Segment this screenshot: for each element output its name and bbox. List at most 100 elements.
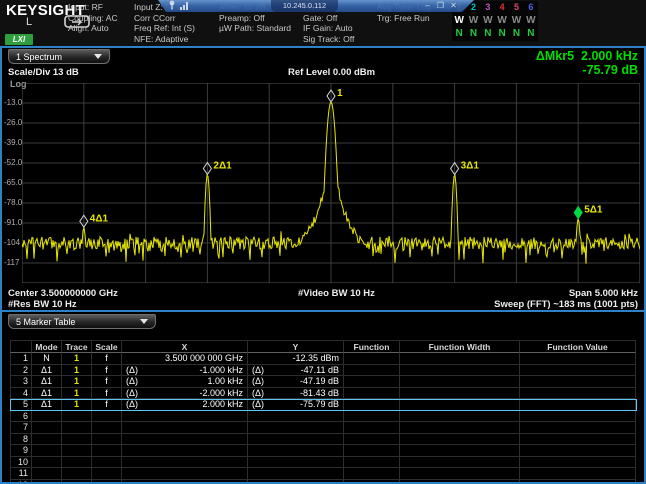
table-cell [122,434,248,446]
trace-type-indicator: W [524,14,538,27]
table-cell [520,434,636,446]
marker-table-row-5[interactable]: 5Δ11f(Δ)2.000 kHz(Δ)-75.79 dB [10,399,637,411]
delta-marker-y: -75.79 dB [582,63,638,77]
table-cell: Δ1 [32,399,62,411]
setting-label: Freq Ref: Int (S) [134,23,219,34]
table-cell [122,422,248,434]
column-header: Function Width [400,340,520,353]
setting-label: Sig Track: Off [303,34,377,45]
local-remote-indicator: L [26,16,32,28]
table-cell: 3 [10,376,32,388]
instrument-screen: KEYSIGHT L LXI Input: RFCoupling: ACAlig… [0,0,646,484]
setting-label: Coupling: AC [68,13,134,24]
column-header: Scale [92,340,122,353]
y-axis-tick: -91.0 [4,218,24,227]
table-cell [344,399,400,411]
table-cell [400,388,520,400]
marker-table-row-7[interactable]: 7 [10,422,637,434]
table-cell: 4 [10,388,32,400]
delta-marker-label: ΔMkr5 [536,49,574,63]
y-axis-tick: -39.0 [4,138,24,147]
marker-table-selector-dropdown[interactable]: 5 Marker Table [8,314,156,329]
marker-number-6: 6 [524,1,538,14]
table-cell [520,468,636,480]
marker-table-row-6[interactable]: 6 [10,411,637,423]
table-cell [92,457,122,469]
table-cell: (Δ)-47.19 dB [248,376,344,388]
table-cell: 2 [10,365,32,377]
table-cell: 1 [62,353,92,365]
setting-label: Corr CCorr [134,13,219,24]
settings-column-1: Input: RFCoupling: ACAlign: Auto [68,2,134,44]
marker-table-row-12[interactable]: 12 [10,480,637,483]
table-cell [520,353,636,365]
rdp-connection-bar[interactable]: 10.245.0.112 – ❐ ✕ [158,0,474,12]
table-cell [520,411,636,423]
trace-selector-label: 1 Spectrum [16,52,62,62]
table-cell [248,445,344,457]
table-cell: 1 [62,388,92,400]
marker-diamond-5Δ1[interactable] [574,207,582,219]
table-cell [122,468,248,480]
table-cell: (Δ)-2.000 kHz [122,388,248,400]
marker-table-row-4[interactable]: 4Δ11f(Δ)-2.000 kHz(Δ)-81.43 dB [10,388,637,400]
close-icon[interactable]: ✕ [447,0,460,12]
restore-icon[interactable]: ❐ [434,0,447,12]
table-cell [344,388,400,400]
table-cell [92,422,122,434]
detector-indicator: N [509,27,523,40]
setting-label: NFE: Adaptive [134,34,219,45]
table-cell [344,376,400,388]
table-cell [122,445,248,457]
table-cell: f [92,353,122,365]
table-cell: (Δ)-47.11 dB [248,365,344,377]
scale-per-div-label: Scale/Div 13 dB [8,67,79,78]
marker-table-row-1[interactable]: 1N1f3.500 000 000 GHz-12.35 dBm [10,353,637,365]
table-cell [400,457,520,469]
marker-table-row-9[interactable]: 9 [10,445,637,457]
table-cell [32,468,62,480]
table-cell [344,411,400,423]
table-cell [520,399,636,411]
table-cell [62,411,92,423]
marker-number-5: 5 [509,1,523,14]
marker-table-row-8[interactable]: 8 [10,434,637,446]
trace-selector-dropdown[interactable]: 1 Spectrum [8,49,110,64]
marker-table-row-11[interactable]: 11 [10,468,637,480]
table-cell [400,365,520,377]
table-cell: 1 [62,376,92,388]
table-cell [62,457,92,469]
marker-table-row-2[interactable]: 2Δ11f(Δ)-1.000 kHz(Δ)-47.11 dB [10,365,637,377]
table-cell [344,434,400,446]
marker-table-row-3[interactable]: 3Δ11f(Δ)1.00 kHz(Δ)-47.19 dB [10,376,637,388]
y-axis-tick: -26.0 [4,118,24,127]
marker-label-2Δ1: 2Δ1 [213,160,232,171]
minimize-icon[interactable]: – [421,0,434,12]
table-cell [400,422,520,434]
table-cell: f [92,399,122,411]
table-cell [520,445,636,457]
table-cell [344,457,400,469]
detector-indicator: N [466,27,480,40]
setting-label: Preamp: Off [219,13,303,24]
lxi-badge: LXI [5,34,33,45]
y-axis-tick: -13.0 [4,98,24,107]
y-axis-tick: -78.0 [4,198,24,207]
y-axis-tick: -65.0 [4,178,24,187]
table-cell [344,365,400,377]
table-cell [400,468,520,480]
marker-table-row-10[interactable]: 10 [10,457,637,469]
spectrum-plot[interactable]: 12Δ13Δ14Δ15Δ1 [22,83,640,283]
setting-label: IF Gain: Auto [303,23,377,34]
table-cell [344,422,400,434]
trace-type-indicator: W [481,14,495,27]
setting-label: Input: RF [68,2,134,13]
marker-label-5Δ1: 5Δ1 [584,205,603,216]
chevron-down-icon [94,54,102,59]
video-bw-label: #Video BW 10 Hz [298,288,375,299]
table-cell [92,468,122,480]
table-cell [344,445,400,457]
table-cell [62,445,92,457]
table-cell: 1 [10,353,32,365]
table-cell [92,445,122,457]
